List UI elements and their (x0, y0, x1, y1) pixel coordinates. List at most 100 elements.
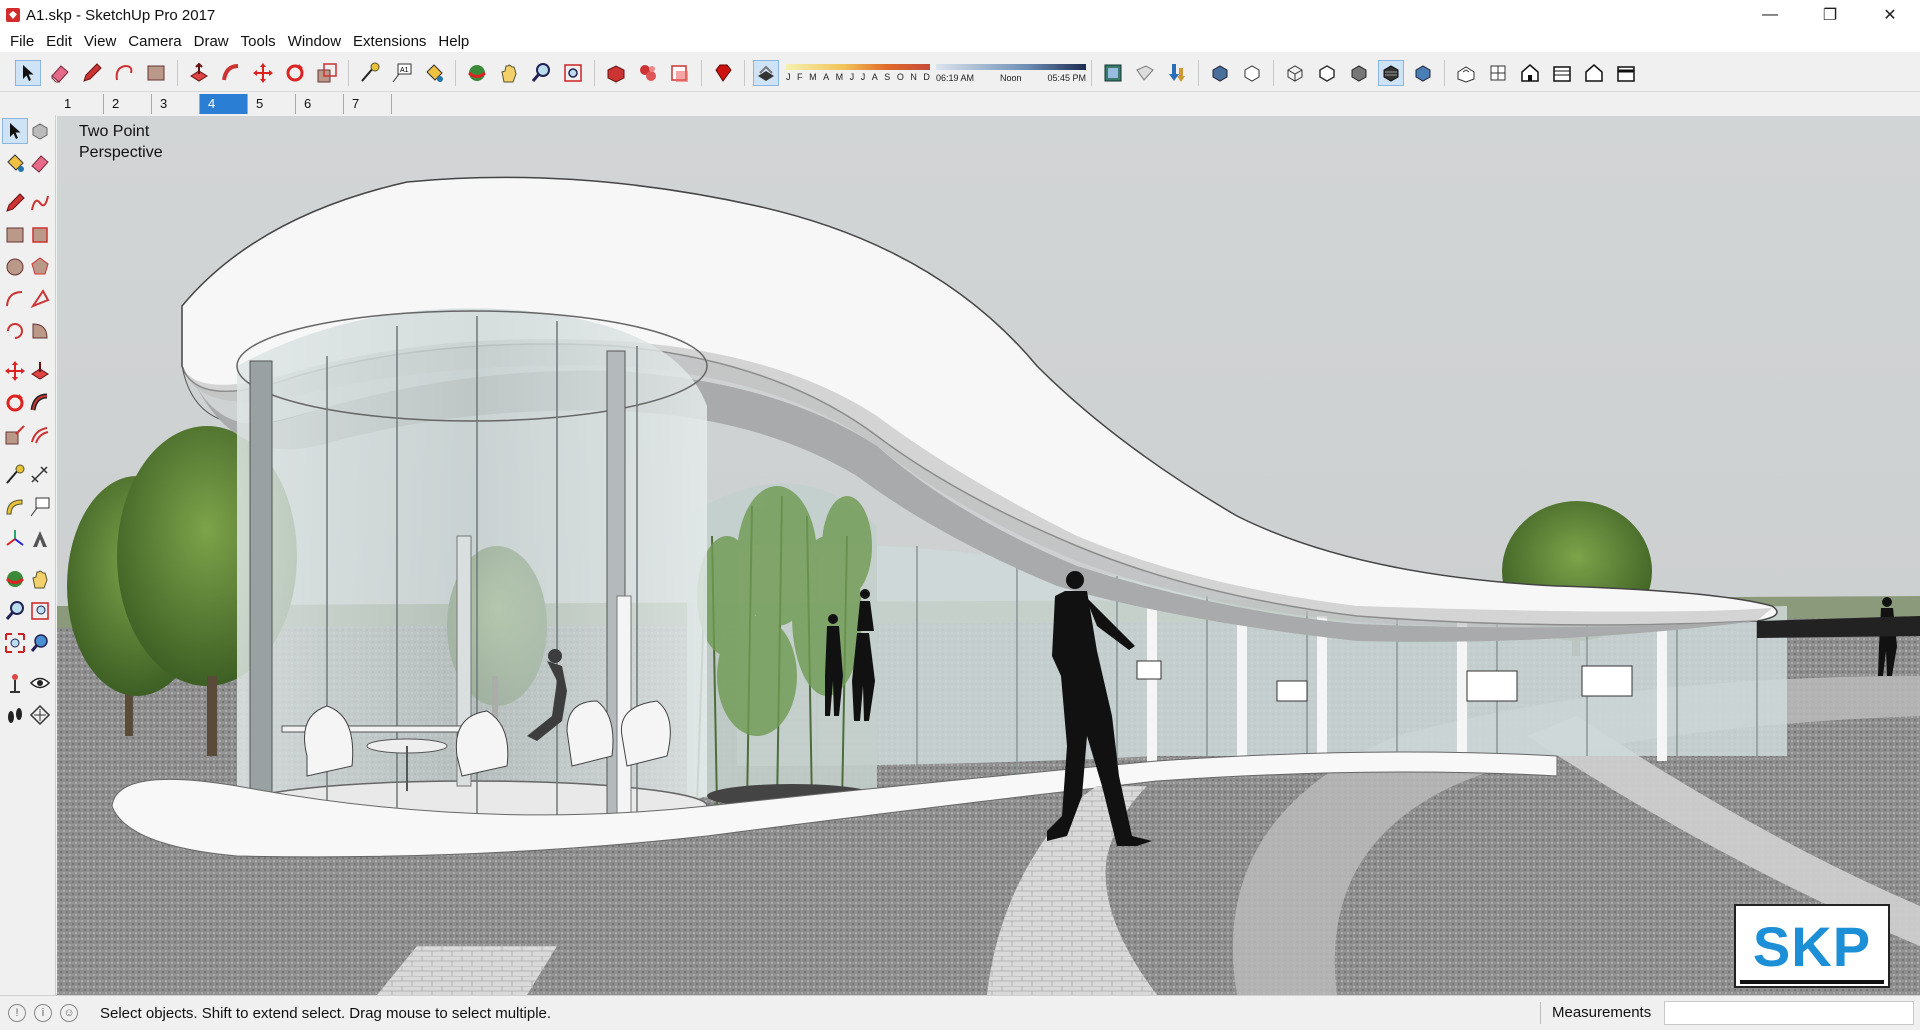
follow-me-icon[interactable] (218, 60, 244, 86)
pencil-icon[interactable] (79, 60, 105, 86)
section-plane-icon[interactable] (28, 702, 54, 728)
arc-icon[interactable] (2, 286, 28, 312)
pencil-icon[interactable] (2, 190, 28, 216)
scene-tab[interactable]: 1 (56, 94, 104, 114)
eraser-icon[interactable] (28, 150, 54, 176)
monochrome-icon[interactable] (1410, 60, 1436, 86)
select-icon[interactable] (2, 118, 28, 144)
move-icon[interactable] (2, 358, 28, 384)
protractor-icon[interactable] (2, 494, 28, 520)
scene-tab[interactable]: 2 (104, 94, 152, 114)
extension-warehouse-icon[interactable] (635, 60, 661, 86)
zoom-extents-icon[interactable] (560, 60, 586, 86)
freehand-icon[interactable] (28, 190, 54, 216)
shaded-icon[interactable] (1346, 60, 1372, 86)
text-icon[interactable] (28, 494, 54, 520)
maximize-button[interactable]: ❐ (1800, 0, 1860, 30)
scale-icon[interactable] (314, 60, 340, 86)
shadow-month-slider[interactable]: J F M A M J J A S O N D (786, 60, 930, 86)
menu-draw[interactable]: Draw (188, 33, 235, 50)
push-pull-icon[interactable] (186, 60, 212, 86)
offset-icon[interactable] (28, 422, 54, 448)
geo-location-icon[interactable]: ! (8, 1004, 26, 1022)
close-button[interactable]: ✕ (1860, 0, 1920, 30)
scene-tab[interactable]: 5 (248, 94, 296, 114)
zoom-extents-icon[interactable] (2, 630, 28, 656)
position-camera-icon[interactable] (2, 670, 28, 696)
shadows-toggle-icon[interactable] (753, 59, 779, 86)
top-view-icon[interactable] (1485, 60, 1511, 86)
polygon-icon[interactable] (28, 254, 54, 280)
scene-tab[interactable]: 3 (152, 94, 200, 114)
three-point-arc-icon[interactable] (2, 318, 28, 344)
paint-bucket-icon[interactable] (2, 150, 28, 176)
wireframe-icon[interactable] (1282, 60, 1308, 86)
model-info-icon[interactable] (1100, 60, 1126, 86)
iso-view-icon[interactable] (1453, 60, 1479, 86)
shaded-textures-icon[interactable] (1378, 59, 1404, 86)
measurements-input[interactable] (1664, 1001, 1914, 1025)
tape-measure-icon[interactable] (357, 60, 383, 86)
menu-tools[interactable]: Tools (235, 33, 282, 50)
component-icon[interactable] (28, 118, 53, 144)
zoom-icon[interactable] (528, 60, 554, 86)
menu-file[interactable]: File (4, 33, 40, 50)
shadow-time-slider[interactable]: 06:19 AM Noon 05:45 PM (936, 60, 1086, 86)
lasso-icon[interactable] (111, 60, 137, 86)
scene-tab[interactable]: 7 (344, 94, 392, 114)
menu-help[interactable]: Help (432, 33, 475, 50)
back-view-icon[interactable] (1581, 60, 1607, 86)
zoom-icon[interactable] (2, 598, 28, 624)
tape-measure-icon[interactable] (2, 462, 28, 488)
pan-icon[interactable] (496, 60, 522, 86)
right-view-icon[interactable] (1549, 60, 1575, 86)
eraser-icon[interactable] (47, 60, 73, 86)
hidden-line-icon[interactable] (1314, 60, 1340, 86)
select-icon[interactable] (15, 59, 41, 86)
front-view-icon[interactable] (1517, 60, 1543, 86)
user-account-icon[interactable]: ☺ (60, 1004, 78, 1022)
circle-icon[interactable] (2, 254, 28, 280)
menu-window[interactable]: Window (282, 33, 347, 50)
follow-me-icon[interactable] (28, 390, 54, 416)
3d-warehouse-icon[interactable] (603, 60, 629, 86)
credits-icon[interactable]: i (34, 1004, 52, 1022)
xray-icon[interactable] (1207, 60, 1233, 86)
model-viewport[interactable]: Two Point Perspective SKP (57, 116, 1920, 995)
scene-tab[interactable]: 6 (296, 94, 344, 114)
dimension-icon[interactable] (28, 462, 54, 488)
text-icon[interactable]: A1 (389, 60, 415, 86)
zoom-window-icon[interactable] (28, 598, 54, 624)
previous-view-icon[interactable] (28, 630, 54, 656)
rectangle-icon[interactable] (143, 60, 169, 86)
import-icon[interactable] (1164, 60, 1190, 86)
two-point-arc-icon[interactable] (28, 286, 54, 312)
rotate-icon[interactable] (282, 60, 308, 86)
pan-icon[interactable] (28, 566, 54, 592)
back-edges-icon[interactable] (1239, 60, 1265, 86)
rectangle-icon[interactable] (2, 222, 28, 248)
minimize-button[interactable]: — (1740, 0, 1800, 30)
scale-icon[interactable] (2, 422, 28, 448)
ruby-icon[interactable] (710, 60, 736, 86)
look-around-icon[interactable] (28, 670, 54, 696)
layout-icon[interactable] (667, 60, 693, 86)
walk-icon[interactable] (2, 702, 28, 728)
axes-icon[interactable] (2, 526, 28, 552)
left-view-icon[interactable] (1613, 60, 1639, 86)
rotated-rectangle-icon[interactable] (28, 222, 54, 248)
move-icon[interactable] (250, 60, 276, 86)
3d-text-icon[interactable] (28, 526, 54, 552)
tag-icon[interactable] (1132, 60, 1158, 86)
orbit-icon[interactable] (464, 60, 490, 86)
menu-edit[interactable]: Edit (40, 33, 78, 50)
scene-tab-selected[interactable]: 4 (200, 94, 248, 114)
paint-bucket-icon[interactable] (421, 60, 447, 86)
rotate-icon[interactable] (2, 390, 28, 416)
menu-camera[interactable]: Camera (122, 33, 187, 50)
orbit-icon[interactable] (2, 566, 28, 592)
menu-extensions[interactable]: Extensions (347, 33, 432, 50)
push-pull-icon[interactable] (28, 358, 54, 384)
pie-icon[interactable] (28, 318, 54, 344)
menu-view[interactable]: View (78, 33, 122, 50)
